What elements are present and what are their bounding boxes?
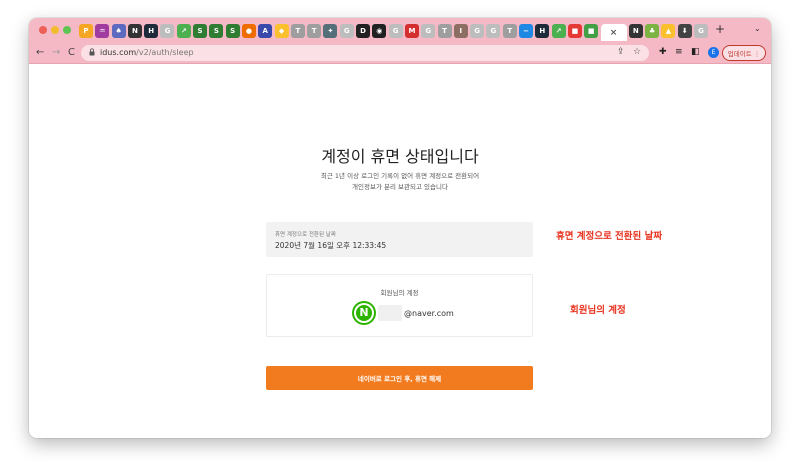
page-title: 계정이 휴면 상태입니다 [321,147,479,166]
tab-favicon-7-icon[interactable]: ↗ [176,24,191,38]
url-host: idus.com [100,48,137,57]
description-line-1: 최근 1년 이상 로그인 기록이 없어 휴면 계정으로 전환되어 [320,172,480,180]
tab-favicon-9-icon[interactable]: S [209,24,224,38]
tab-favicon-26-icon[interactable]: G [486,24,501,38]
tab-favicon-23-icon[interactable]: T [437,24,452,38]
tab-favicon-35-icon[interactable]: ▲ [661,24,676,38]
tab-favicon-15-icon[interactable]: T [307,24,322,38]
naver-login-release-button[interactable]: 네이버로 로그인 후, 휴면 해제 [266,366,533,390]
bookmark-star-icon[interactable]: ☆ [633,47,641,57]
tab-favicon-31-icon[interactable]: ■ [567,24,582,38]
tab-favicon-24-icon[interactable]: I [453,24,468,38]
active-tab[interactable]: × [600,24,627,41]
share-icon[interactable]: ⇪ [617,47,625,57]
tab-favicon-4-icon[interactable]: N [127,24,142,38]
update-button[interactable]: 업데이트 ⋮ [722,45,766,61]
naver-logo-icon: N [352,301,376,325]
tab-favicon-6-icon[interactable]: G [160,24,175,38]
tab-favicon-36-icon[interactable]: ⬇ [677,24,692,38]
browser-toolbar: ← → C idus.com/v2/auth/sleep ⇪ ☆ ✚ ≡ ◧ E… [29,42,771,64]
tab-favicon-3-icon[interactable]: ♠ [111,24,126,38]
profile-avatar[interactable]: E [708,47,719,58]
tab-favicon-13-icon[interactable]: ◆ [274,24,289,38]
tab-bar: P ♒ ♠ N H G ↗ S S S ● A ◆ T T ✦ G D ◉ G M G T I G G T − H ↗ ■ ■ × N ♣ ▲ ⬇ G +… [29,18,771,42]
close-window-button[interactable] [39,26,47,34]
annotation-date-note: 휴면 계정으로 전환된 날짜 [556,231,663,242]
account-label: 회원님의 계정 [380,289,419,297]
tab-favicon-25-icon[interactable]: G [470,24,485,38]
tab-search-button[interactable]: ⌄ [754,24,761,33]
masked-email-id [378,305,402,321]
maximize-window-button[interactable] [63,26,71,34]
tab-favicon-30-icon[interactable]: ↗ [551,24,566,38]
url-text: idus.com/v2/auth/sleep [100,47,194,59]
close-tab-icon[interactable]: × [610,28,618,38]
tab-favicon-18-icon[interactable]: D [356,24,371,38]
tab-favicon-10-icon[interactable]: S [225,24,240,38]
annotation-account-note: 회원님의 계정 [570,305,626,316]
tab-favicon-5-icon[interactable]: H [144,24,159,38]
minimize-window-button[interactable] [51,26,59,34]
tab-favicon-19-icon[interactable]: ◉ [372,24,387,38]
tab-favicon-34-icon[interactable]: ♣ [645,24,660,38]
extensions-icon[interactable]: ✚ [659,47,667,57]
tab-favicon-17-icon[interactable]: G [339,24,354,38]
page-content: 계정이 휴면 상태입니다 최근 1년 이상 로그인 기록이 없어 휴면 계정으로… [29,64,771,438]
reload-button[interactable]: C [68,47,75,59]
address-bar[interactable]: idus.com/v2/auth/sleep ⇪ ☆ [81,45,649,61]
email-domain: @naver.com [404,309,454,318]
tab-favicon-27-icon[interactable]: T [502,24,517,38]
account-box: 회원님의 계정 N @naver.com [266,274,533,337]
tab-favicon-1-icon[interactable]: P [79,24,93,38]
dormant-date-value: 2020년 7월 16일 오후 12:33:45 [275,241,387,250]
naver-logo-letter: N [356,305,372,321]
description-line-2: 개인정보가 분리 보관되고 있습니다 [352,183,448,191]
tab-favicon-20-icon[interactable]: G [388,24,403,38]
tab-favicon-12-icon[interactable]: A [258,24,273,38]
tab-favicon-14-icon[interactable]: T [290,24,305,38]
tab-favicon-11-icon[interactable]: ● [241,24,256,38]
tab-favicon-32-icon[interactable]: ■ [584,24,599,38]
dormant-date-box: 휴면 계정으로 전환된 날짜 2020년 7월 16일 오후 12:33:45 [266,222,533,257]
tab-favicon-8-icon[interactable]: S [193,24,208,38]
url-path: /v2/auth/sleep [136,48,194,57]
lock-icon [89,48,95,56]
page-description: 최근 1년 이상 로그인 기록이 없어 휴면 계정으로 전환되어 개인정보가 분… [29,171,771,193]
new-tab-button[interactable]: + [715,22,725,36]
tab-favicon-2-icon[interactable]: ♒ [95,24,110,38]
dormant-date-label: 휴면 계정으로 전환된 날짜 [275,232,336,238]
reading-list-icon[interactable]: ≡ [675,47,683,57]
tab-favicon-16-icon[interactable]: ✦ [323,24,338,38]
browser-window: P ♒ ♠ N H G ↗ S S S ● A ◆ T T ✦ G D ◉ G M G T I G G T − H ↗ ■ ■ × N ♣ ▲ ⬇ G +… [29,18,771,438]
tab-strip: P ♒ ♠ N H G ↗ S S S ● A ◆ T T ✦ G D ◉ G M G T I G G T − H ↗ ■ ■ × N ♣ ▲ ⬇ G [79,23,710,41]
forward-button[interactable]: → [52,47,60,59]
tab-favicon-22-icon[interactable]: G [421,24,436,38]
tab-favicon-21-icon[interactable]: M [404,24,419,38]
tab-favicon-37-icon[interactable]: G [693,24,708,38]
back-button[interactable]: ← [36,47,44,59]
tab-favicon-33-icon[interactable]: N [628,24,643,38]
tab-favicon-28-icon[interactable]: − [519,24,534,38]
tab-favicon-29-icon[interactable]: H [535,24,550,38]
side-panel-icon[interactable]: ◧ [691,47,700,57]
